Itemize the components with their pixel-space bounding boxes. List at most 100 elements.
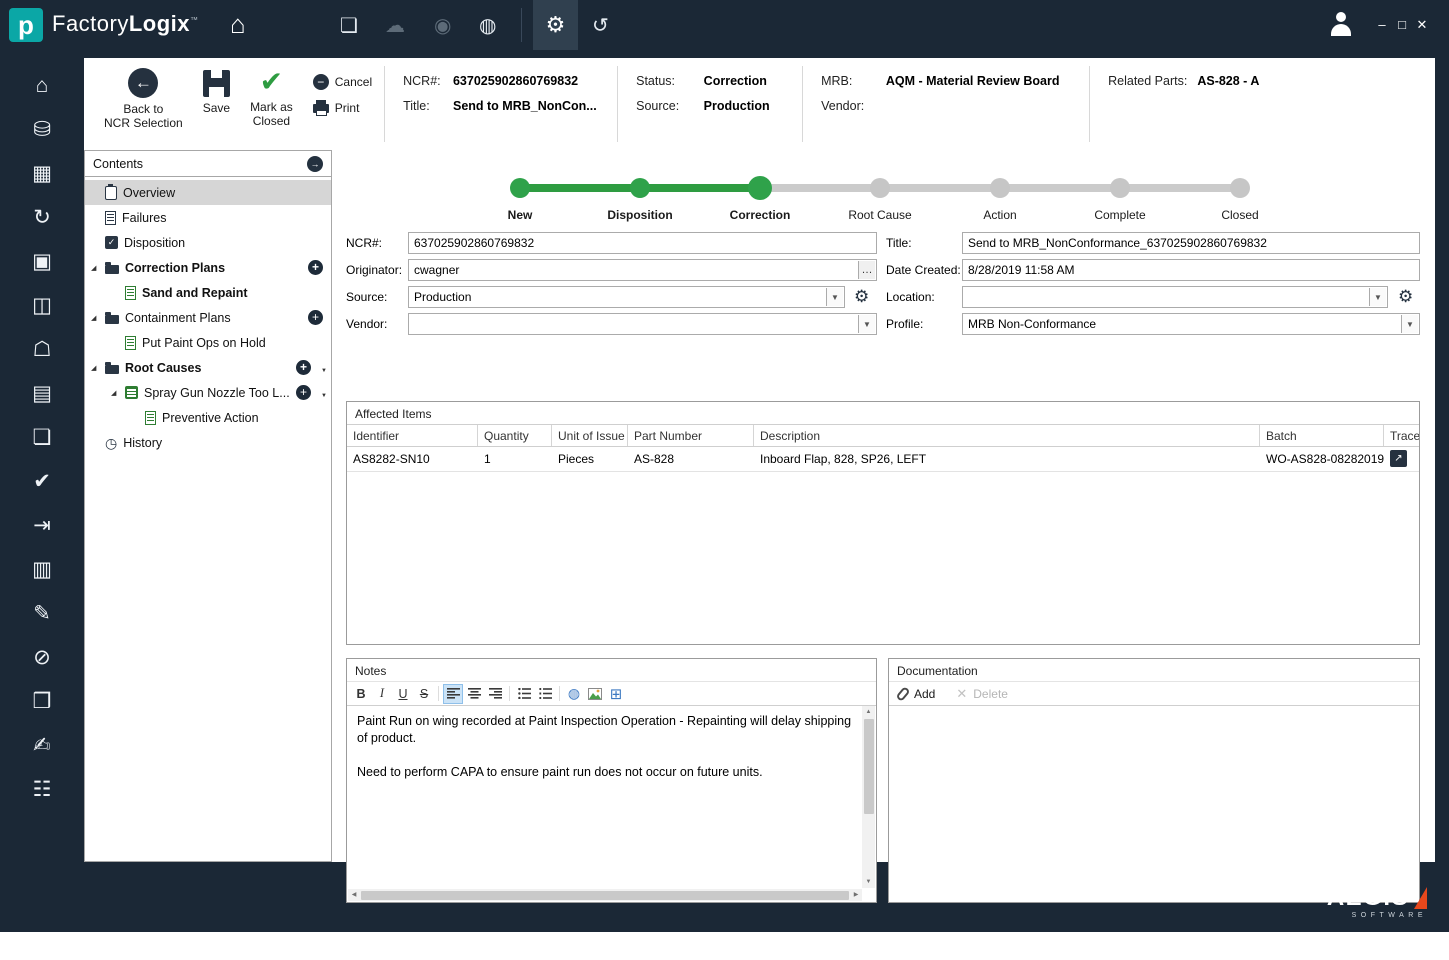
trace-button[interactable]: ↗ — [1390, 450, 1407, 467]
tree-item-correction-plans[interactable]: ◢ Correction Plans + — [85, 255, 331, 280]
column-header-description[interactable]: Description — [754, 425, 1260, 446]
align-center-button[interactable] — [464, 684, 484, 704]
report-icon[interactable]: ❒ — [26, 686, 58, 717]
lot-search-icon[interactable]: ◫ — [26, 290, 58, 321]
bullet-list-button[interactable] — [514, 684, 534, 704]
add-correction-plan-button[interactable]: + — [308, 260, 323, 275]
numbered-list-button[interactable] — [535, 684, 555, 704]
news-icon[interactable]: ☷ — [26, 774, 58, 805]
copy-pages-icon[interactable]: ❏ — [26, 422, 58, 453]
tree-item-overview[interactable]: Overview — [85, 180, 331, 205]
location-combobox[interactable]: ▼ — [962, 286, 1388, 308]
documentation-icon[interactable]: ▤ — [26, 378, 58, 409]
tree-item-failures[interactable]: Failures — [85, 205, 331, 230]
collapse-panel-icon[interactable]: → — [307, 156, 323, 172]
delete-document-button[interactable]: ✕ Delete — [956, 686, 1008, 702]
scrollbar-thumb[interactable] — [361, 891, 849, 900]
tree-item-root-causes[interactable]: ◢ Root Causes + ▼ — [85, 355, 331, 380]
column-header-quantity[interactable]: Quantity — [478, 425, 552, 446]
copy-pages-icon[interactable]: ❏ — [340, 13, 358, 38]
close-button[interactable]: ✕ — [1414, 17, 1430, 33]
settings-gear-active[interactable]: ⚙ — [533, 0, 578, 50]
user-account-icon[interactable] — [1328, 11, 1354, 38]
process-refresh-icon[interactable]: ↻ — [26, 202, 58, 233]
expander-icon[interactable]: ◢ — [91, 314, 105, 322]
operator-assist-icon[interactable]: ✍ — [26, 730, 58, 761]
expander-icon[interactable]: ◢ — [91, 264, 105, 272]
documentation-list-area[interactable] — [889, 706, 1419, 896]
tree-item-put-paint-ops-on-hold[interactable]: Put Paint Ops on Hold — [85, 330, 331, 355]
add-containment-plan-button[interactable]: + — [308, 310, 323, 325]
web-globe-icon[interactable]: ◍ — [479, 13, 496, 38]
scroll-left-icon[interactable]: ◀ — [348, 889, 360, 901]
product-engineering-icon[interactable]: ▦ — [26, 158, 58, 189]
dropdown-arrow-icon[interactable]: ▼ — [1369, 288, 1386, 306]
bold-button[interactable]: B — [351, 684, 371, 704]
italic-button[interactable]: I — [372, 684, 392, 704]
insert-table-button[interactable]: ⊞ — [606, 684, 626, 704]
mark-as-closed-button[interactable]: ✔ Mark asClosed — [250, 68, 293, 150]
scroll-up-icon[interactable]: ▲ — [862, 706, 875, 718]
column-header-identifier[interactable]: Identifier — [347, 425, 478, 446]
production-monitor-icon[interactable]: ▣ — [26, 246, 58, 277]
minimize-button[interactable]: – — [1374, 17, 1390, 32]
location-settings-gear[interactable]: ⚙ — [1398, 286, 1413, 308]
expander-icon[interactable]: ◢ — [91, 364, 105, 372]
tree-item-containment-plans[interactable]: ◢ Containment Plans + — [85, 305, 331, 330]
column-header-batch[interactable]: Batch — [1260, 425, 1384, 446]
scrollbar-thumb[interactable] — [864, 719, 874, 814]
history-icon[interactable]: ↺ — [592, 13, 609, 38]
tree-item-disposition[interactable]: ✓ Disposition — [85, 230, 331, 255]
print-button[interactable]: Print — [313, 99, 372, 116]
align-left-button[interactable] — [443, 684, 463, 704]
source-settings-gear[interactable]: ⚙ — [854, 286, 869, 308]
dropdown-arrow-icon[interactable]: ▼ — [1401, 315, 1418, 333]
title-input[interactable]: Send to MRB_NonConformance_6370259028607… — [962, 232, 1420, 254]
quality-checks-icon[interactable]: ✔ — [26, 466, 58, 497]
scroll-down-icon[interactable]: ▼ — [862, 876, 875, 888]
expander-icon[interactable]: ◢ — [111, 389, 125, 397]
location-pin-icon[interactable]: ◉ — [434, 13, 451, 38]
dropdown-arrow-icon[interactable]: ▼ — [826, 288, 843, 306]
cancel-button[interactable]: − Cancel — [313, 74, 372, 90]
id-card-icon[interactable]: ▥ — [26, 554, 58, 585]
tree-item-spray-gun-nozzle[interactable]: ◢ Spray Gun Nozzle Too L... + ▼ — [85, 380, 331, 405]
vendor-combobox[interactable]: ▼ — [408, 313, 877, 335]
add-dropdown-caret[interactable]: ▼ — [321, 368, 327, 374]
column-header-trace[interactable]: Trace — [1384, 425, 1419, 446]
source-combobox[interactable]: Production ▼ — [408, 286, 845, 308]
home-icon[interactable]: ⌂ — [230, 9, 246, 40]
notes-horizontal-scrollbar[interactable]: ◀ ▶ — [348, 889, 862, 901]
originator-input[interactable]: cwagner … — [408, 259, 877, 281]
reject-document-icon[interactable]: ⊘ — [26, 642, 58, 673]
date-created-input[interactable]: 8/28/2019 11:58 AM — [962, 259, 1420, 281]
notes-vertical-scrollbar[interactable]: ▲ ▼ — [862, 706, 875, 888]
strikethrough-button[interactable]: S — [414, 684, 434, 704]
tree-item-history[interactable]: ◷ History — [85, 430, 331, 455]
network-icon[interactable]: ☁ — [385, 13, 405, 38]
add-root-cause-button[interactable]: + — [296, 360, 311, 375]
save-button[interactable]: Save — [203, 68, 230, 150]
affected-item-row[interactable]: AS8282-SN10 1 Pieces AS-828 Inboard Flap… — [347, 447, 1419, 472]
column-header-part-number[interactable]: Part Number — [628, 425, 754, 446]
hyperlink-globe-icon[interactable]: ◍ — [564, 684, 584, 704]
ncr-input[interactable]: 637025902860769832 — [408, 232, 877, 254]
material-transfer-icon[interactable]: ⇥ — [26, 510, 58, 541]
originator-browse-button[interactable]: … — [858, 261, 875, 279]
back-to-ncr-selection-button[interactable]: ← Back toNCR Selection — [104, 68, 183, 150]
add-dropdown-caret[interactable]: ▼ — [321, 393, 327, 399]
add-document-button[interactable]: Add — [914, 687, 935, 701]
underline-button[interactable]: U — [393, 684, 413, 704]
scroll-right-icon[interactable]: ▶ — [850, 889, 862, 901]
tree-item-sand-and-repaint[interactable]: Sand and Repaint — [85, 280, 331, 305]
align-right-button[interactable] — [485, 684, 505, 704]
restore-button[interactable]: □ — [1394, 17, 1410, 32]
column-header-unit-of-issue[interactable]: Unit of Issue — [552, 425, 628, 446]
profile-combobox[interactable]: MRB Non-Conformance ▼ — [962, 313, 1420, 335]
notes-text-area[interactable]: Paint Run on wing recorded at Paint Insp… — [348, 706, 862, 888]
home-icon[interactable]: ⌂ — [26, 70, 58, 101]
add-action-button[interactable]: + — [296, 385, 311, 400]
materials-icon[interactable]: ⛁ — [26, 114, 58, 145]
tree-item-preventive-action[interactable]: Preventive Action — [85, 405, 331, 430]
edit-document-icon[interactable]: ✎ — [26, 598, 58, 629]
